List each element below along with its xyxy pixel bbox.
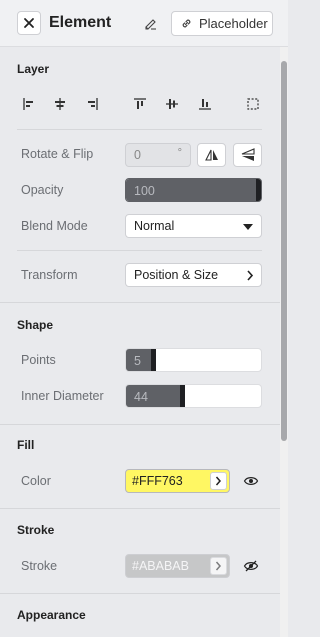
flip-vertical-icon [241, 148, 255, 161]
eye-off-icon[interactable] [243, 558, 259, 574]
stroke-color-field[interactable]: #ABABAB [125, 554, 230, 578]
panel-title: Element [49, 14, 112, 31]
transform-select[interactable]: Position & Size [125, 263, 262, 287]
stroke-color-expand-button[interactable] [210, 557, 227, 575]
points-slider[interactable]: 5 [125, 348, 262, 372]
transform-label: Transform [21, 268, 78, 282]
flip-horizontal-button[interactable] [197, 143, 226, 167]
flip-vertical-button[interactable] [233, 143, 262, 167]
link-icon [182, 19, 191, 28]
close-icon [24, 18, 34, 28]
section-divider-appearance [0, 593, 280, 594]
opacity-label: Opacity [21, 183, 64, 197]
stroke-color-value: #ABABAB [132, 559, 189, 573]
distribute-icon[interactable] [245, 96, 261, 112]
opacity-slider[interactable]: 100 [125, 178, 262, 202]
inner-diameter-slider-handle[interactable] [180, 385, 186, 407]
rename-pencil-icon[interactable] [143, 15, 159, 31]
fill-color-expand-button[interactable] [210, 472, 227, 490]
placeholder-button[interactable]: Placeholder [171, 11, 273, 36]
align-top-icon[interactable] [132, 96, 148, 112]
appearance-section-title: Appearance [17, 608, 86, 622]
chevron-right-icon [215, 561, 221, 571]
blend-mode-select[interactable]: Normal [125, 214, 262, 238]
align-horizontal-center-icon[interactable] [52, 96, 68, 112]
flip-horizontal-icon [204, 149, 218, 161]
stroke-section-title: Stroke [17, 523, 55, 537]
fill-color-label: Color [21, 474, 51, 488]
caret-down-icon [243, 224, 253, 230]
transform-value: Position & Size [134, 268, 219, 282]
scrollbar-thumb[interactable] [281, 61, 287, 441]
scrollbar-track[interactable] [280, 47, 288, 637]
section-divider-fill [0, 424, 280, 425]
close-button[interactable] [17, 11, 41, 35]
inner-diameter-label: Inner Diameter [21, 389, 104, 403]
rotate-flip-label: Rotate & Flip [21, 147, 94, 161]
points-label: Points [21, 353, 56, 367]
blend-mode-label: Blend Mode [21, 219, 88, 233]
eye-icon[interactable] [243, 473, 259, 489]
rotate-input[interactable]: 0 ° [125, 143, 191, 167]
align-bottom-icon[interactable] [197, 96, 213, 112]
align-right-icon[interactable] [84, 96, 100, 112]
inner-diameter-slider[interactable]: 44 [125, 384, 262, 408]
chevron-right-icon [247, 270, 254, 281]
stroke-label: Stroke [21, 559, 58, 573]
section-divider-shape [0, 302, 280, 303]
rotate-unit: ° [177, 147, 182, 159]
align-left-icon[interactable] [21, 96, 37, 112]
chevron-right-icon [215, 476, 221, 486]
align-vertical-center-icon[interactable] [164, 96, 180, 112]
fill-section-title: Fill [17, 438, 35, 452]
rotate-value: 0 [134, 148, 141, 162]
section-divider-stroke [0, 508, 280, 509]
points-value: 5 [134, 354, 141, 368]
shape-section-title: Shape [17, 318, 54, 332]
opacity-value: 100 [134, 184, 155, 198]
points-slider-handle[interactable] [150, 349, 156, 371]
fill-color-field[interactable]: #FFF763 [125, 469, 230, 493]
placeholder-label: Placeholder [199, 16, 268, 31]
properties-scroll-area[interactable]: Layer Rotate & Flip 0 ° Opacity 100 Blen… [0, 47, 288, 637]
opacity-slider-handle[interactable] [256, 179, 261, 201]
layer-section-title: Layer [17, 62, 50, 76]
fill-color-value: #FFF763 [132, 474, 183, 488]
inner-diameter-value: 44 [134, 390, 148, 404]
panel-header: Element Placeholder [0, 0, 288, 47]
layer-divider-1 [17, 129, 262, 130]
blend-mode-value: Normal [134, 219, 175, 233]
layer-divider-2 [17, 250, 262, 251]
